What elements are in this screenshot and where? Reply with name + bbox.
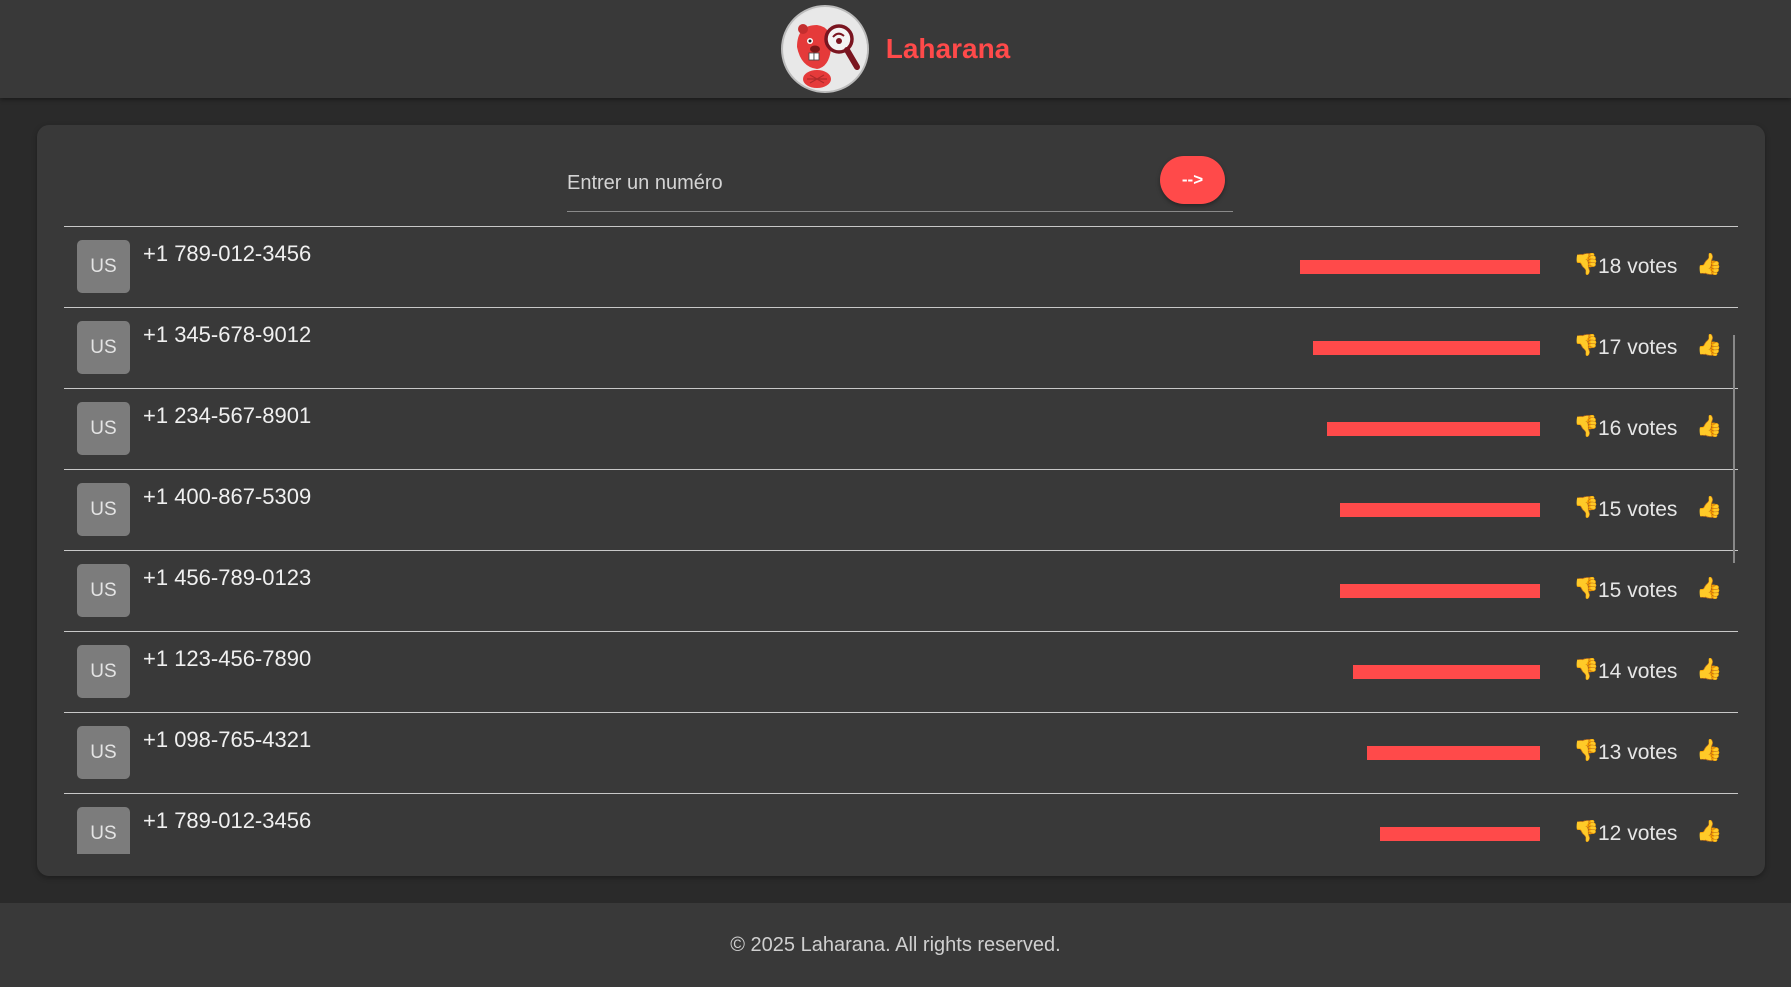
- list-item[interactable]: US +1 789-012-3456 👎 18 votes 👍: [64, 227, 1738, 308]
- country-badge: US: [77, 645, 130, 698]
- thumbs-down-icon[interactable]: 👎: [1573, 739, 1599, 763]
- phone-number[interactable]: +1 345-678-9012: [143, 322, 311, 348]
- vote-count: 13 votes: [1598, 741, 1678, 764]
- vote-bar: [1340, 503, 1540, 517]
- list-item[interactable]: US +1 123-456-7890 👎 14 votes 👍: [64, 632, 1738, 713]
- vote-bar: [1340, 584, 1540, 598]
- country-badge: US: [77, 564, 130, 617]
- thumbs-up-icon[interactable]: 👍: [1696, 577, 1722, 601]
- search-submit-button[interactable]: -->: [1160, 156, 1225, 204]
- vote-bar: [1353, 665, 1540, 679]
- vote-bar: [1300, 260, 1540, 274]
- vote-bar: [1313, 341, 1540, 355]
- vote-bar: [1367, 746, 1540, 760]
- search-bar: -->: [567, 155, 1233, 212]
- list-item[interactable]: US +1 789-012-3456 👎 12 votes 👍: [64, 794, 1738, 854]
- country-badge: US: [77, 726, 130, 779]
- list-item[interactable]: US +1 345-678-9012 👎 17 votes 👍: [64, 308, 1738, 389]
- vote-count: 14 votes: [1598, 660, 1678, 683]
- phone-number[interactable]: +1 098-765-4321: [143, 727, 311, 753]
- phone-number[interactable]: +1 234-567-8901: [143, 403, 311, 429]
- thumbs-down-icon[interactable]: 👎: [1573, 496, 1599, 520]
- country-badge: US: [77, 483, 130, 536]
- vote-count: 17 votes: [1598, 336, 1678, 359]
- thumbs-up-icon[interactable]: 👍: [1696, 334, 1722, 358]
- phone-number[interactable]: +1 789-012-3456: [143, 808, 311, 834]
- list-item[interactable]: US +1 234-567-8901 👎 16 votes 👍: [64, 389, 1738, 470]
- thumbs-up-icon[interactable]: 👍: [1696, 253, 1722, 277]
- vote-count: 15 votes: [1598, 579, 1678, 602]
- thumbs-down-icon[interactable]: 👎: [1573, 658, 1599, 682]
- footer-copyright: © 2025 Laharana. All rights reserved.: [730, 933, 1061, 956]
- thumbs-down-icon[interactable]: 👎: [1573, 415, 1599, 439]
- country-badge: US: [77, 321, 130, 374]
- list-item[interactable]: US +1 456-789-0123 👎 15 votes 👍: [64, 551, 1738, 632]
- thumbs-up-icon[interactable]: 👍: [1696, 415, 1722, 439]
- thumbs-up-icon[interactable]: 👍: [1696, 658, 1722, 682]
- phone-list[interactable]: US +1 789-012-3456 👎 18 votes 👍 US +1 345-678-…: [64, 226, 1738, 854]
- vote-count: 15 votes: [1598, 498, 1678, 521]
- list-item[interactable]: US +1 098-765-4321 👎 13 votes 👍: [64, 713, 1738, 794]
- country-badge: US: [77, 240, 130, 293]
- vote-bar: [1327, 422, 1540, 436]
- header: Laharana: [0, 0, 1791, 98]
- phone-number[interactable]: +1 456-789-0123: [143, 565, 311, 591]
- thumbs-up-icon[interactable]: 👍: [1696, 739, 1722, 763]
- thumbs-down-icon[interactable]: 👎: [1573, 253, 1599, 277]
- country-badge: US: [77, 402, 130, 455]
- vote-bar: [1380, 827, 1540, 841]
- phone-number[interactable]: +1 123-456-7890: [143, 646, 311, 672]
- vote-count: 12 votes: [1598, 822, 1678, 845]
- vote-count: 16 votes: [1598, 417, 1678, 440]
- country-badge: US: [77, 807, 130, 854]
- thumbs-up-icon[interactable]: 👍: [1696, 496, 1722, 520]
- main-card: --> US+1 789-012-3456👎18 votes👍US+1 345-…: [37, 125, 1765, 876]
- footer: © 2025 Laharana. All rights reserved.: [0, 903, 1791, 987]
- list-item[interactable]: US +1 400-867-5309 👎 15 votes 👍: [64, 470, 1738, 551]
- thumbs-down-icon[interactable]: 👎: [1573, 577, 1599, 601]
- phone-number[interactable]: +1 400-867-5309: [143, 484, 311, 510]
- thumbs-up-icon[interactable]: 👍: [1696, 820, 1722, 844]
- phone-number[interactable]: +1 789-012-3456: [143, 241, 311, 267]
- vote-count: 18 votes: [1598, 255, 1678, 278]
- beaver-magnifier-logo-icon[interactable]: [780, 5, 869, 93]
- phone-search-input[interactable]: [567, 155, 1147, 212]
- thumbs-down-icon[interactable]: 👎: [1573, 820, 1599, 844]
- brand-title[interactable]: Laharana: [886, 33, 1011, 65]
- list-scrollbar[interactable]: [1733, 335, 1735, 563]
- thumbs-down-icon[interactable]: 👎: [1573, 334, 1599, 358]
